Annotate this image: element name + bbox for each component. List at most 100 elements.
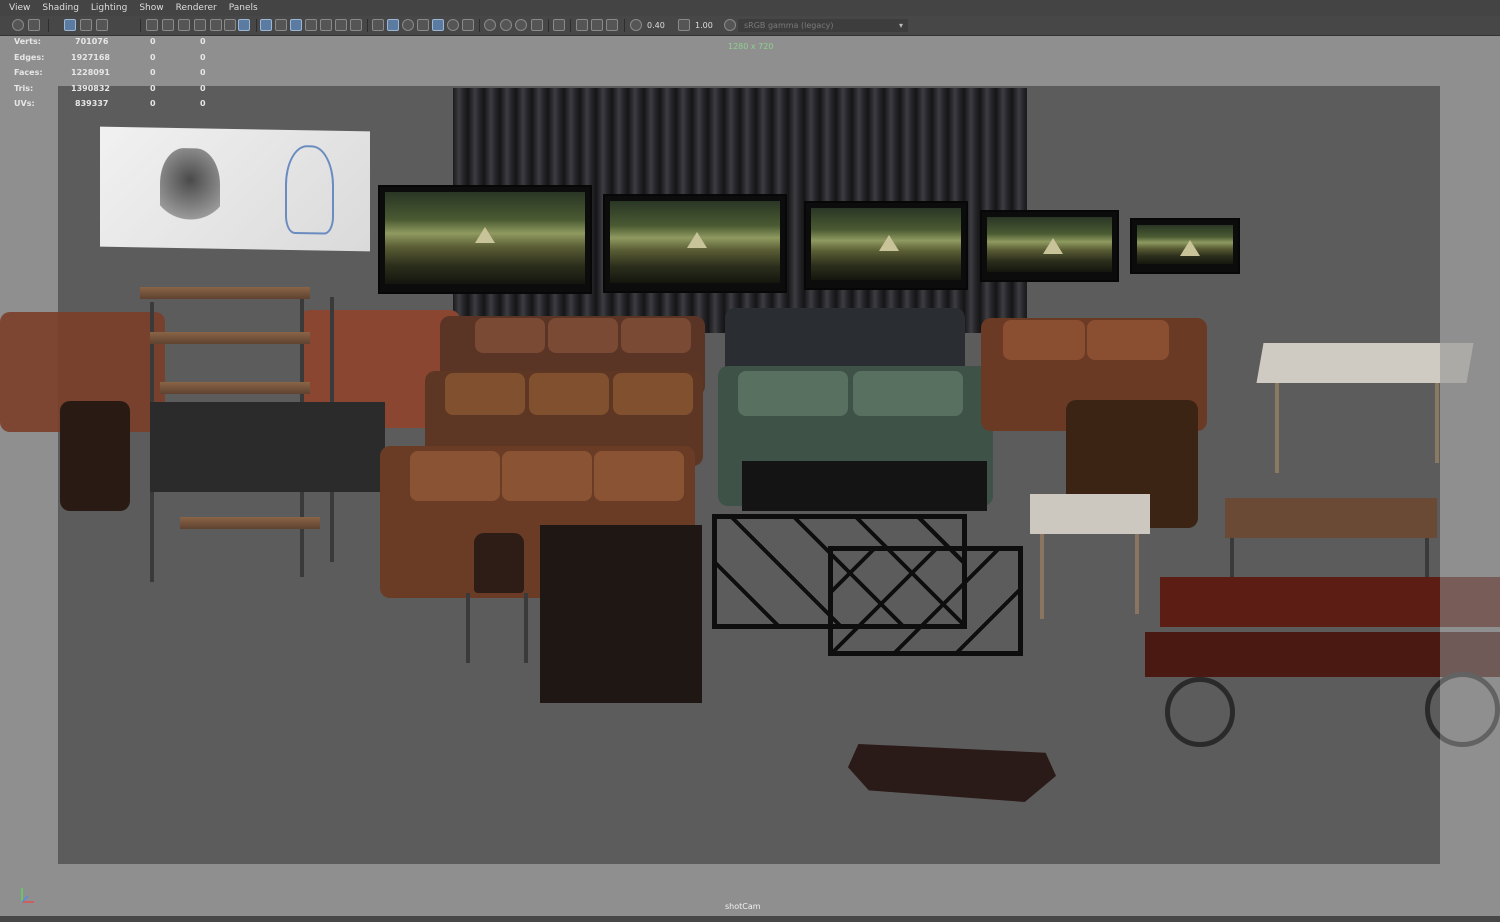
- hud-value: 839337: [75, 99, 109, 108]
- menu-lighting[interactable]: Lighting: [91, 3, 127, 13]
- hud-label: Faces:: [14, 68, 43, 77]
- select-camera-icon[interactable]: [64, 19, 76, 31]
- panel-toolbar: 0.40 1.00 sRGB gamma (legacy) ▾: [0, 16, 1500, 36]
- default-material-icon[interactable]: [402, 19, 414, 31]
- bookmark-icon[interactable]: [194, 19, 206, 31]
- hud-row-edges: Edges: 1927168 0 0: [8, 53, 218, 69]
- camera-snapshot-icon[interactable]: [162, 19, 174, 31]
- hud-value: 0: [150, 52, 156, 62]
- menu-show[interactable]: Show: [139, 3, 163, 13]
- resolution-gate-icon[interactable]: [290, 19, 302, 31]
- gate-overlay: [1440, 86, 1500, 864]
- backface-culling-icon[interactable]: [606, 19, 618, 31]
- color-management-icon[interactable]: [724, 19, 736, 31]
- toolbar-separator: [256, 19, 257, 32]
- grease-pencil-icon[interactable]: [224, 19, 236, 31]
- grid-icon[interactable]: [260, 19, 272, 31]
- ottoman: [60, 401, 130, 511]
- view-axis-icon: [21, 888, 34, 903]
- toolbar-separator: [140, 19, 141, 32]
- viewport[interactable]: Verts: 701076 0 0 Edges: 1927168 0 0 Fac…: [0, 36, 1500, 916]
- lock-camera-icon[interactable]: [146, 19, 158, 31]
- 2d-pan-zoom-icon[interactable]: [238, 19, 250, 31]
- hud-row-uvs: UVs: 839337 0 0: [8, 99, 218, 115]
- hud-label: UVs:: [14, 99, 35, 108]
- menu-panels[interactable]: Panels: [229, 3, 258, 13]
- gamma-field[interactable]: 1.00: [695, 19, 713, 32]
- tv-screen: [806, 203, 966, 288]
- toolbar-separator: [548, 19, 549, 32]
- depth-of-field-icon[interactable]: [531, 19, 543, 31]
- hud-label: Edges:: [14, 52, 45, 62]
- motion-blur-icon[interactable]: [500, 19, 512, 31]
- hud-value: 0: [150, 83, 156, 93]
- hud-label: Tris:: [14, 83, 34, 93]
- xray-active-icon[interactable]: [591, 19, 603, 31]
- hud-value: 1228091: [71, 68, 110, 77]
- coffee-table: [742, 461, 987, 511]
- side-table: [1030, 494, 1150, 619]
- smooth-shade-icon[interactable]: [387, 19, 399, 31]
- menu-shading[interactable]: Shading: [42, 3, 79, 13]
- viewport-bottom-border: [0, 916, 1500, 922]
- menu-renderer[interactable]: Renderer: [176, 3, 217, 13]
- tv-screen: [982, 212, 1117, 280]
- bar-stool: [466, 533, 528, 663]
- pan-zoom-icon[interactable]: [210, 19, 222, 31]
- wireframe-icon[interactable]: [372, 19, 384, 31]
- hud-value: 0: [150, 68, 156, 77]
- image-plane-icon[interactable]: [96, 19, 108, 31]
- toolbar-separator: [624, 19, 625, 32]
- chevron-down-icon: ▾: [898, 21, 903, 30]
- tv-screen: [1132, 220, 1238, 272]
- anti-alias-icon[interactable]: [515, 19, 527, 31]
- hud-value: 0: [200, 37, 206, 46]
- concept-art-poster: [100, 126, 370, 252]
- hud-row-tris: Tris: 1390832 0 0: [8, 84, 218, 100]
- camera-name-label: shotCam: [725, 902, 761, 911]
- marble-table: [1250, 343, 1474, 473]
- field-chart-icon[interactable]: [320, 19, 332, 31]
- resolution-label: 1280 x 720: [728, 42, 774, 51]
- xray-icon[interactable]: [417, 19, 429, 31]
- hud-value: 1927168: [71, 52, 110, 62]
- poster-sketch: [285, 144, 334, 235]
- toolbar-separator: [48, 19, 49, 32]
- panel-menu-bar: View Shading Lighting Show Renderer Pane…: [0, 0, 1500, 16]
- cabinet: [540, 525, 702, 703]
- hud-value: 0: [200, 83, 206, 93]
- tv-screen: [605, 196, 785, 291]
- exposure-field[interactable]: 0.40: [647, 19, 665, 32]
- use-lights-icon[interactable]: [447, 19, 459, 31]
- shadows-icon[interactable]: [462, 19, 474, 31]
- gate-mask-icon[interactable]: [305, 19, 317, 31]
- safe-action-icon[interactable]: [335, 19, 347, 31]
- safe-title-icon[interactable]: [350, 19, 362, 31]
- isolate-select-icon[interactable]: [553, 19, 565, 31]
- poly-count-hud: Verts: 701076 0 0 Edges: 1927168 0 0 Fac…: [8, 37, 218, 115]
- hud-value: 0: [150, 37, 156, 46]
- hud-row-verts: Verts: 701076 0 0: [8, 37, 218, 53]
- hud-row-faces: Faces: 1228091 0 0: [8, 68, 218, 84]
- hud-value: 0: [150, 99, 156, 108]
- wood-table: [1225, 498, 1437, 578]
- colorspace-dropdown[interactable]: sRGB gamma (legacy) ▾: [738, 19, 908, 32]
- film-gate-icon[interactable]: [275, 19, 287, 31]
- poster-figure: [160, 147, 220, 239]
- ambient-occlusion-icon[interactable]: [484, 19, 496, 31]
- toolbar-separator: [367, 19, 368, 32]
- playblast-icon[interactable]: [178, 19, 190, 31]
- exposure-icon[interactable]: [630, 19, 642, 31]
- textured-icon[interactable]: [432, 19, 444, 31]
- bookmark-icon[interactable]: [80, 19, 92, 31]
- camera-attributes-icon[interactable]: [28, 19, 40, 31]
- camera-select-icon[interactable]: [12, 19, 24, 31]
- maya-window: View Shading Lighting Show Renderer Pane…: [0, 0, 1500, 922]
- menu-view[interactable]: View: [9, 3, 30, 13]
- hud-value: 1390832: [71, 83, 110, 93]
- colorspace-value: sRGB gamma (legacy): [744, 21, 834, 30]
- xray-joints-icon[interactable]: [576, 19, 588, 31]
- hud-value: 0: [200, 68, 206, 77]
- gamma-icon[interactable]: [678, 19, 690, 31]
- toolbar-separator: [479, 19, 480, 32]
